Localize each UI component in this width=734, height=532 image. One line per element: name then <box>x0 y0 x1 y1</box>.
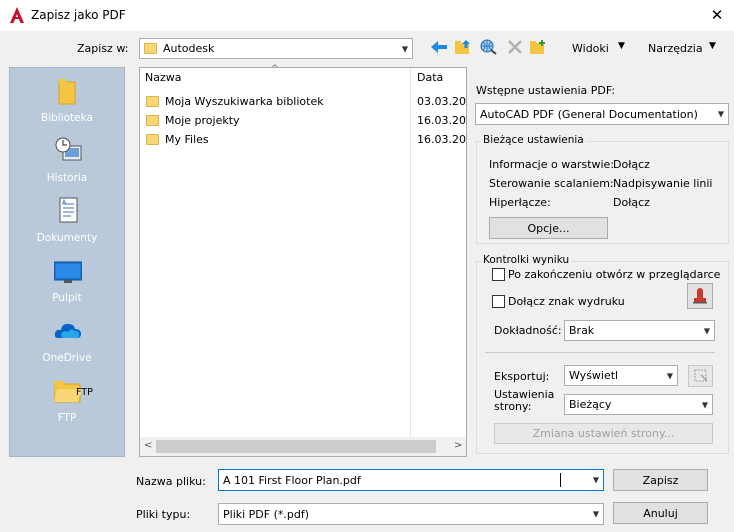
search-web-icon[interactable] <box>479 39 497 55</box>
separator <box>485 352 715 353</box>
setting-key: Hiperłącze: <box>489 196 551 209</box>
save-in-label: Zapisz w: <box>77 42 129 55</box>
documents-icon: A <box>59 197 78 223</box>
places-bar: Biblioteka Historia A Dokumenty Pulpit O… <box>9 67 125 457</box>
checkbox[interactable] <box>492 295 505 308</box>
text-caret <box>560 473 561 487</box>
setting-key: Informacje o warstwie: <box>489 158 615 171</box>
onedrive-cloud-icon <box>54 323 81 338</box>
export-label: Eksportuj: <box>494 370 550 383</box>
up-folder-icon[interactable] <box>454 39 472 55</box>
options-button[interactable]: Opcje... <box>489 217 608 239</box>
place-ftp[interactable]: FTP FTP <box>10 368 124 428</box>
folder-icon <box>146 134 159 145</box>
page-setup-change-button[interactable]: Zmiana ustawień strony... <box>494 423 713 444</box>
views-menu[interactable]: Widoki <box>572 42 609 55</box>
autocad-app-icon <box>10 7 24 23</box>
chevron-down-icon: ▼ <box>592 475 599 485</box>
folder-icon <box>146 115 159 126</box>
pdf-preset-value: AutoCAD PDF (General Documentation) <box>480 107 698 121</box>
place-desktop[interactable]: Pulpit <box>10 248 124 308</box>
open-in-viewer-checkbox[interactable]: Po zakończeniu otwórz w przeglądarce <box>492 268 720 281</box>
place-library[interactable]: Biblioteka <box>10 68 124 128</box>
tools-arrow-icon[interactable]: ▼ <box>709 41 716 51</box>
include-plot-stamp-checkbox[interactable]: Dołącz znak wydruku <box>492 295 625 308</box>
filename-label: Nazwa pliku: <box>136 475 206 488</box>
folder-icon <box>146 96 159 107</box>
list-item[interactable]: My Files <box>146 130 209 149</box>
select-objects-icon <box>694 369 708 382</box>
current-settings-title: Bieżące ustawienia <box>481 134 586 146</box>
place-onedrive[interactable]: OneDrive <box>10 308 124 368</box>
column-header-date[interactable]: Data mod <box>417 68 467 88</box>
scrollbar-thumb[interactable] <box>156 440 436 453</box>
list-item-date: 16.03.2020 <box>417 114 467 127</box>
pdf-preset-label: Wstępne ustawienia PDF: <box>476 84 616 97</box>
delete-icon[interactable] <box>506 39 524 55</box>
horizontal-scrollbar[interactable]: < > <box>140 437 466 456</box>
chevron-down-icon: ▼ <box>666 371 673 380</box>
output-controls-title: Kontrolki wyniku <box>481 254 572 266</box>
history-icon <box>55 137 82 161</box>
chevron-down-icon: ▼ <box>592 509 599 519</box>
location-dropdown[interactable]: Autodesk ▼ <box>139 38 413 59</box>
export-dropdown[interactable]: Wyświetl ▼ <box>564 365 678 386</box>
scroll-right-icon[interactable]: > <box>454 440 462 451</box>
chevron-down-icon: ▼ <box>703 326 710 335</box>
chevron-down-icon: ▼ <box>717 109 724 119</box>
folder-icon <box>144 43 157 54</box>
page-setup-label: Ustawienia strony: <box>494 388 555 413</box>
stamp-icon <box>693 288 707 304</box>
select-objects-button[interactable] <box>688 365 713 387</box>
library-folder-icon <box>58 79 76 105</box>
list-item-date: 03.03.2020 <box>417 95 467 108</box>
back-arrow-icon[interactable] <box>430 39 448 55</box>
list-item-date: 16.03.2020 <box>417 133 467 146</box>
setting-value: Nadpisywanie linii <box>613 177 713 190</box>
precision-label: Dokładność: <box>494 324 562 337</box>
filename-input[interactable]: A 101 First Floor Plan.pdf ▼ <box>218 469 604 491</box>
scroll-left-icon[interactable]: < <box>144 440 152 451</box>
filetype-dropdown[interactable]: Pliki PDF (*.pdf) ▼ <box>218 503 604 525</box>
setting-value: Dołącz <box>613 158 650 171</box>
file-list[interactable]: Nazwa ^ Data mod Moja Wyszukiwarka bibli… <box>139 64 467 457</box>
checkbox[interactable] <box>492 268 505 281</box>
ftp-overlay-label: FTP <box>76 387 93 398</box>
list-item[interactable]: Moja Wyszukiwarka bibliotek <box>146 92 324 111</box>
location-value: Autodesk <box>163 42 215 55</box>
cancel-button[interactable]: Anuluj <box>613 502 708 524</box>
save-button[interactable]: Zapisz <box>613 469 708 491</box>
desktop-icon <box>54 261 82 283</box>
views-arrow-icon[interactable]: ▼ <box>618 41 625 51</box>
place-history[interactable]: Historia <box>10 128 124 188</box>
precision-dropdown[interactable]: Brak ▼ <box>564 320 715 341</box>
tools-menu[interactable]: Narzędzia <box>648 42 703 55</box>
close-icon[interactable]: ✕ <box>704 3 730 27</box>
place-documents[interactable]: A Dokumenty <box>10 188 124 248</box>
sort-up-icon: ^ <box>271 64 279 74</box>
setting-value: Dołącz <box>613 196 650 209</box>
chevron-down-icon: ▼ <box>401 44 408 53</box>
setting-key: Sterowanie scalaniem: <box>489 177 614 190</box>
plot-stamp-settings-button[interactable] <box>687 283 713 309</box>
new-folder-icon[interactable] <box>529 39 547 55</box>
page-setup-dropdown[interactable]: Bieżący ▼ <box>564 394 713 415</box>
chevron-down-icon: ▼ <box>701 400 708 409</box>
list-item[interactable]: Moje projekty <box>146 111 240 130</box>
filetype-label: Pliki typu: <box>136 508 191 521</box>
window-title: Zapisz jako PDF <box>31 8 126 22</box>
column-divider <box>410 68 411 438</box>
pdf-preset-dropdown[interactable]: AutoCAD PDF (General Documentation) ▼ <box>475 103 729 125</box>
